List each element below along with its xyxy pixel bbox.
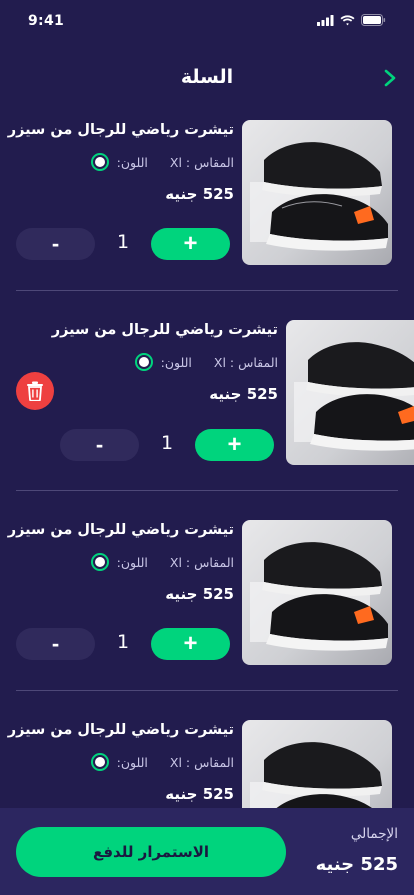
color-radio[interactable] — [134, 353, 153, 371]
color-radio[interactable] — [90, 553, 109, 571]
cart-item: تيشرت رياضي للرجال من سيزر المقاس : Xl ا… — [0, 708, 414, 808]
color-radio[interactable] — [90, 753, 109, 771]
increase-quantity-button[interactable]: + — [195, 429, 274, 461]
total-label: الإجمالي — [350, 826, 398, 842]
divider — [16, 690, 398, 691]
quantity-stepper: - 1 + — [16, 228, 230, 260]
quantity-stepper: - 1 + — [16, 628, 230, 660]
status-time: 9:41 — [28, 13, 65, 29]
quantity-value: 1 — [160, 432, 174, 454]
product-image[interactable] — [242, 720, 392, 808]
total-value: 525 جنيه — [315, 854, 398, 875]
product-price: 525 جنيه — [165, 585, 234, 603]
product-name: تيشرت رياضي للرجال من سيزر — [7, 722, 234, 738]
cart-list: تيشرت رياضي للرجال من سيزر المقاس : Xl ا… — [0, 108, 414, 808]
size-label: المقاس : Xl — [213, 354, 278, 370]
decrease-quantity-button[interactable]: - — [60, 429, 139, 461]
product-attributes: المقاس : Xl اللون: — [90, 153, 234, 171]
radio-dot — [94, 557, 105, 567]
status-icons — [317, 14, 386, 26]
quantity-stepper: - 1 + — [60, 429, 274, 461]
quantity-value: 1 — [116, 231, 130, 253]
trash-icon — [27, 381, 43, 401]
product-name: تيشرت رياضي للرجال من سيزر — [7, 122, 234, 138]
size-label: المقاس : Xl — [169, 754, 234, 770]
color-label: اللون: — [116, 154, 148, 170]
color-label: اللون: — [160, 354, 192, 370]
size-label: المقاس : Xl — [169, 554, 234, 570]
product-name: تيشرت رياضي للرجال من سيزر — [51, 322, 278, 338]
cart-item: تيشرت رياضي للرجال من سيزر المقاس : Xl ا… — [0, 108, 414, 278]
color-label: اللون: — [116, 554, 148, 570]
product-price: 525 جنيه — [165, 785, 234, 803]
decrease-quantity-button[interactable]: - — [16, 228, 95, 260]
size-label: المقاس : Xl — [169, 154, 234, 170]
checkout-footer: الاستمرار للدفع الإجمالي 525 جنيه — [0, 808, 414, 895]
product-attributes: المقاس : Xl اللون: — [90, 553, 234, 571]
radio-dot — [94, 157, 105, 167]
battery-icon — [361, 14, 386, 26]
signal-icon — [317, 14, 334, 26]
header: السلة — [0, 58, 414, 98]
increase-quantity-button[interactable]: + — [151, 228, 230, 260]
product-image[interactable] — [242, 520, 392, 665]
product-attributes: المقاس : Xl اللون: — [134, 353, 278, 371]
radio-dot — [94, 757, 105, 767]
increase-quantity-button[interactable]: + — [151, 628, 230, 660]
product-attributes: المقاس : Xl اللون: — [90, 753, 234, 771]
status-bar: 9:41 — [0, 0, 414, 44]
wifi-icon — [340, 14, 355, 25]
cart-item: تيشرت رياضي للرجال من سيزر المقاس : Xl ا… — [0, 508, 414, 678]
product-price: 525 جنيه — [165, 185, 234, 203]
decrease-quantity-button[interactable]: - — [16, 628, 95, 660]
color-label: اللون: — [116, 754, 148, 770]
product-image[interactable] — [286, 320, 414, 465]
product-image[interactable] — [242, 120, 392, 265]
divider — [16, 490, 398, 491]
chevron-right-icon[interactable] — [380, 66, 400, 90]
quantity-value: 1 — [116, 631, 130, 653]
checkout-button[interactable]: الاستمرار للدفع — [16, 827, 286, 877]
radio-dot — [138, 357, 149, 367]
color-radio[interactable] — [90, 153, 109, 171]
page-title: السلة — [180, 66, 234, 88]
cart-item: تيشرت رياضي للرجال من سيزر المقاس : Xl ا… — [0, 305, 414, 475]
product-price: 525 جنيه — [209, 385, 278, 403]
product-name: تيشرت رياضي للرجال من سيزر — [7, 522, 234, 538]
divider — [16, 290, 398, 291]
delete-item-button[interactable] — [16, 372, 54, 410]
